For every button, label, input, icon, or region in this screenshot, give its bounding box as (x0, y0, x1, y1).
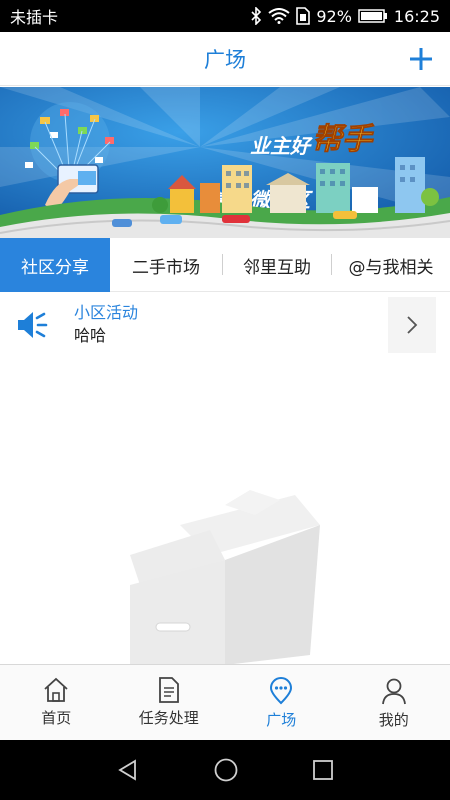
banner-illustration: 掌上微社区 业主好 帮手 (0, 87, 450, 238)
category-tabs: 社区分享 二手市场 邻里互助 @与我相关 (0, 238, 450, 292)
announcement-row[interactable]: 小区活动 哈哈 (0, 293, 450, 357)
app-header: 广场 (0, 32, 450, 86)
bottom-navigation: 首页 任务处理 广场 我的 (0, 664, 450, 740)
announcement-body: 哈哈 (74, 326, 107, 345)
tab-second-hand-market[interactable]: 二手市场 (110, 238, 222, 292)
nav-label: 首页 (41, 709, 72, 727)
wifi-icon (268, 8, 290, 24)
nav-square[interactable]: 广场 (225, 665, 338, 740)
status-bar: 未插卡 92% 16:25 (0, 0, 450, 32)
clock: 16:25 (393, 6, 440, 26)
home-icon (44, 677, 68, 702)
speaker-icon (18, 312, 48, 338)
document-icon (158, 677, 179, 703)
nav-home[interactable]: 首页 (0, 665, 113, 740)
status-icons: 92% 16:25 (250, 7, 440, 26)
home-circle-icon[interactable] (213, 757, 239, 783)
location-chat-icon (270, 677, 293, 705)
plus-icon[interactable] (406, 44, 436, 74)
user-icon (381, 678, 406, 705)
announcement-title: 小区活动 (74, 303, 139, 322)
sim-icon (296, 7, 311, 25)
promo-banner[interactable]: 掌上微社区 业主好 帮手 (0, 87, 450, 238)
nav-label: 任务处理 (138, 709, 199, 727)
carrier-label: 未插卡 (10, 8, 59, 27)
bluetooth-icon (251, 7, 262, 25)
announcement-text: 小区活动 哈哈 (74, 302, 388, 348)
recent-apps-icon[interactable] (312, 759, 334, 781)
nav-label: 我的 (378, 711, 409, 729)
nav-label: 广场 (266, 711, 297, 729)
tab-related-to-me[interactable]: @与我相关 (332, 238, 450, 292)
chevron-right-icon (407, 316, 418, 334)
tab-community-share[interactable]: 社区分享 (0, 238, 110, 292)
system-navigation-bar (0, 740, 450, 800)
back-icon[interactable] (116, 758, 140, 782)
battery-percent: 92% (316, 6, 352, 26)
nav-mine[interactable]: 我的 (338, 665, 450, 740)
tab-label: @与我相关 (348, 257, 434, 278)
battery-icon (358, 9, 387, 23)
nav-tasks[interactable]: 任务处理 (113, 665, 226, 740)
empty-box-icon (130, 490, 320, 665)
tab-label: 邻里互助 (243, 257, 311, 278)
tab-neighbor-help[interactable]: 邻里互助 (223, 238, 331, 292)
tab-label: 二手市场 (132, 257, 200, 278)
banner-headline-2: 业主好 (250, 134, 313, 158)
page-title: 广场 (204, 47, 246, 72)
banner-headline-3: 帮手 (312, 122, 375, 157)
announcement-more-button[interactable] (388, 297, 436, 353)
empty-content-area (0, 357, 450, 665)
tab-label: 社区分享 (21, 257, 89, 278)
